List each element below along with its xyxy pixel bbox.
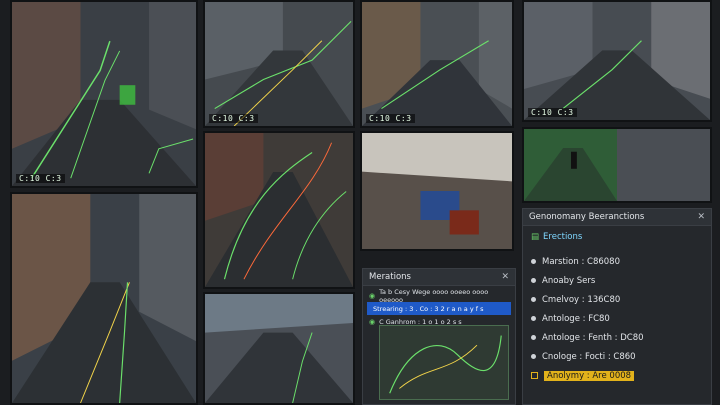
status-panel-close-icon[interactable]: ✕ [697, 212, 705, 222]
camera-feed-9[interactable] [203, 292, 355, 405]
status-subtab-label: Erections [543, 232, 583, 242]
trajectory-preview [389, 335, 502, 394]
feed-5-scene [205, 133, 353, 287]
operations-row-2[interactable]: Strearing : 3 . Co : 3 2 r a n a y f s [367, 302, 511, 315]
feed-6-scene [362, 133, 512, 249]
bullet-icon [531, 278, 536, 283]
bullet-icon [531, 354, 536, 359]
operations-popup-title: Merations [369, 272, 411, 282]
status-item-highlighted[interactable]: Anolymy : Are 0008 [531, 366, 703, 385]
camera-feed-3[interactable]: C:10 C:3 [360, 0, 514, 128]
feed-4-timestamp: C:10 C:3 [528, 108, 577, 117]
status-subtab[interactable]: ▤ Erections [523, 226, 711, 248]
status-panel-header: Genonomany Beeranctions ✕ [523, 209, 711, 226]
feed-2-scene [205, 2, 353, 126]
feed-1-timestamp: C:10 C:3 [16, 174, 65, 183]
feed-2-timestamp: C:10 C:3 [209, 114, 258, 123]
bullet-icon [531, 335, 536, 340]
camera-feed-2[interactable]: C:10 C:3 [203, 0, 355, 128]
status-item[interactable]: Anoaby Sers [531, 271, 703, 290]
feed-3-timestamp: C:10 C:3 [366, 114, 415, 123]
camera-feed-8[interactable] [10, 192, 198, 405]
camera-feed-4[interactable]: C:10 C:3 [522, 0, 712, 122]
operations-preview-map[interactable] [379, 325, 509, 400]
operations-row-label: Strearing : 3 . Co : 3 2 r a n a y f s [373, 304, 484, 313]
feed-9-scene [205, 294, 353, 403]
visibility-icon[interactable]: ◉ [369, 318, 375, 326]
status-item[interactable]: Cnologe : Focti : C860 [531, 347, 703, 366]
camera-feed-5[interactable] [203, 131, 355, 289]
feed-4-scene [524, 2, 710, 120]
visibility-icon[interactable]: ◉ [369, 292, 375, 300]
checkbox-icon[interactable] [531, 372, 538, 379]
status-list: Marstion : C86080 Anoaby Sers Cmelvoy : … [523, 248, 711, 389]
feed-7-scene [524, 129, 710, 201]
operations-popup: Merations ✕ ◉ Ta b Cesy Wege oooo ooeeo … [362, 268, 516, 405]
camera-feed-1[interactable]: C:10 C:3 [10, 0, 198, 188]
bullet-icon [531, 316, 536, 321]
bullet-icon [531, 297, 536, 302]
camera-feed-6[interactable] [360, 131, 514, 251]
feed-3-scene [362, 2, 512, 126]
bullet-icon [531, 259, 536, 264]
list-icon: ▤ [531, 232, 540, 242]
camera-feed-7[interactable] [522, 127, 712, 203]
operations-row-label: Ta b Cesy Wege oooo ooeeo oooo oeeooo [379, 287, 489, 304]
operations-popup-close-icon[interactable]: ✕ [501, 272, 509, 282]
operations-status-panel: Genonomany Beeranctions ✕ ▤ Erections Ma… [522, 208, 712, 405]
status-item[interactable]: Antologe : FC80 [531, 309, 703, 328]
operations-row-1[interactable]: ◉ Ta b Cesy Wege oooo ooeeo oooo oeeooo [363, 287, 515, 304]
status-item[interactable]: Antologe : Fenth : DC80 [531, 328, 703, 347]
status-item[interactable]: Marstion : C86080 [531, 252, 703, 271]
feed-1-scene [12, 2, 196, 186]
status-panel-title: Genonomany Beeranctions [529, 212, 645, 222]
status-item[interactable]: Cmelvoy : 136C80 [531, 290, 703, 309]
feed-8-scene [12, 194, 196, 403]
operations-popup-header: Merations ✕ [363, 269, 515, 286]
